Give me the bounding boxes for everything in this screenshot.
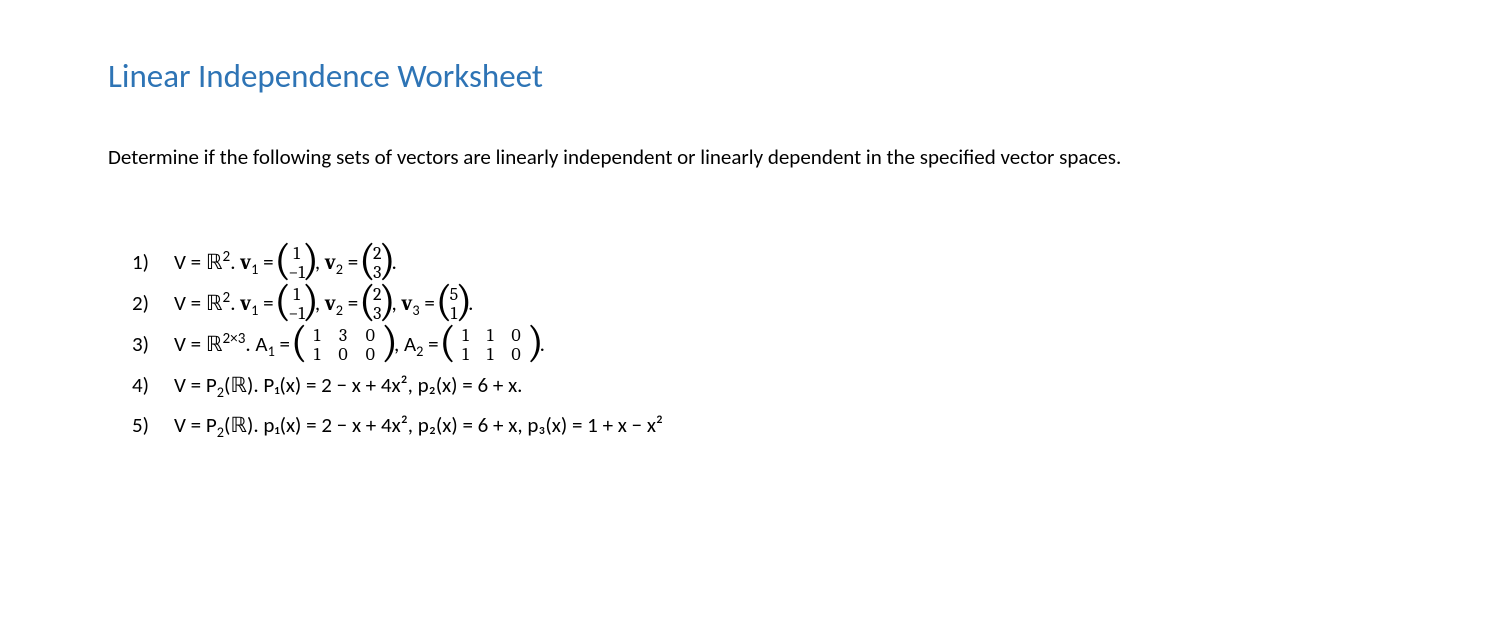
v3-label: v (401, 292, 412, 316)
v1-label: v (240, 292, 251, 316)
body: p₁(x) = 2 − x + 4x², p₂(x) = 6 + x, p₃(x… (263, 412, 663, 438)
a2-11: 1 (478, 346, 503, 365)
space-prefix: V = (174, 249, 206, 275)
problem-item: 2) V = ℝ2. v1 = 1−1, v2 = 23, v3 = 51. (174, 284, 1392, 325)
a2-02: 0 (502, 327, 529, 346)
a2-label: A (404, 331, 416, 357)
space-prefix: V = (174, 290, 206, 316)
dot: . (245, 331, 255, 357)
item-number: 3) (132, 325, 149, 365)
problem-list: 1) V = ℝ2. v1 = 1−1, v2 = 23. 2) V = ℝ2.… (108, 243, 1392, 446)
problem-item: 5) V = P2(ℝ). p₁(x) = 2 − x + 4x², p₂(x)… (174, 406, 1392, 446)
item-number: 5) (132, 406, 149, 446)
space-arg: (ℝ). (224, 412, 263, 438)
a1-sub: 1 (268, 342, 275, 360)
space-prefix: V = P (174, 412, 217, 438)
v1-label: v (240, 251, 251, 275)
a2-00: 1 (453, 327, 478, 346)
space-set: ℝ (206, 333, 223, 357)
problem-item: 4) V = P2(ℝ). P₁(x) = 2 − x + 4x², p₂(x)… (174, 366, 1392, 406)
space-exp: 2×3 (223, 330, 246, 348)
a2-12: 0 (502, 346, 529, 365)
matrix-a2: 110110 (443, 327, 539, 365)
problem-item: 1) V = ℝ2. v1 = 1−1, v2 = 23. (174, 243, 1392, 284)
intro-text: Determine if the following sets of vecto… (108, 142, 1392, 174)
item-number: 2) (132, 284, 149, 324)
body: P₁(x) = 2 − x + 4x², p₂(x) = 6 + x. (263, 372, 522, 398)
problem-item: 3) V = ℝ2×3. A1 = 130100, A2 = 110110. (174, 325, 1392, 366)
space-set: ℝ (206, 292, 223, 316)
a1-12: 0 (357, 346, 384, 365)
space-prefix: V = (174, 331, 206, 357)
a1-11: 0 (329, 346, 356, 365)
v2-label: v (325, 251, 336, 275)
v2-label: v (325, 292, 336, 316)
space-arg: (ℝ). (224, 372, 263, 398)
a2-10: 1 (453, 346, 478, 365)
v2-sub: 2 (336, 301, 343, 319)
a1-02: 0 (357, 327, 384, 346)
v2-sub: 2 (336, 260, 343, 278)
space-sub: 2 (217, 423, 224, 441)
space-set: ℝ (206, 251, 223, 275)
a1-01: 3 (329, 327, 356, 346)
dot: . (230, 249, 240, 275)
a1-10: 1 (305, 346, 330, 365)
a1-00: 1 (305, 327, 330, 346)
dot: . (230, 290, 240, 316)
space-prefix: V = P (174, 372, 217, 398)
space-sub: 2 (217, 383, 224, 401)
a1-label: A (255, 331, 267, 357)
a2-01: 1 (478, 327, 503, 346)
page-title: Linear Independence Worksheet (108, 52, 1392, 102)
v3-sub: 3 (412, 301, 419, 319)
item-number: 4) (132, 366, 149, 406)
matrix-a1: 130100 (295, 327, 394, 365)
item-number: 1) (132, 243, 149, 283)
